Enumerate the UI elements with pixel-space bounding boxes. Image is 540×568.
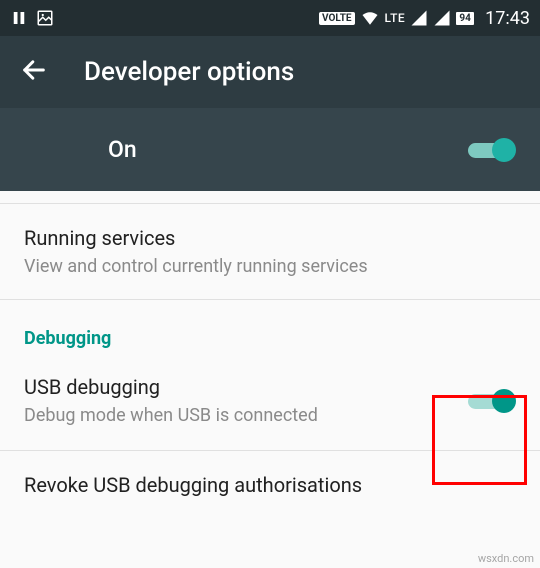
lte-label: LTE <box>385 11 406 25</box>
app-bar: Developer options <box>0 36 540 108</box>
volte-badge: VOLTE <box>319 12 355 25</box>
debugging-section-header: Debugging <box>0 300 540 363</box>
list-item[interactable]: Allow the bootloader to be unlocked <box>0 191 540 204</box>
item-subtitle: View and control currently running servi… <box>24 256 516 277</box>
master-toggle-label: On <box>108 136 137 163</box>
page-title: Developer options <box>84 57 294 87</box>
image-icon <box>36 9 54 27</box>
status-bar: VOLTE LTE 94 17:43 <box>0 0 540 36</box>
master-toggle-row[interactable]: On <box>0 108 540 191</box>
item-subtitle: Allow the bootloader to be unlocked <box>24 191 327 193</box>
usb-debugging-toggle[interactable] <box>468 387 516 415</box>
master-toggle-switch[interactable] <box>468 136 516 164</box>
watermark: wsxdn.com <box>478 552 534 565</box>
pause-icon <box>10 9 28 27</box>
item-subtitle: Debug mode when USB is connected <box>24 405 468 426</box>
item-title: Revoke USB debugging authorisations <box>24 473 516 497</box>
clock-time: 17:43 <box>485 8 530 29</box>
usb-debugging-item[interactable]: USB debugging Debug mode when USB is con… <box>0 363 540 451</box>
revoke-usb-item[interactable]: Revoke USB debugging authorisations <box>0 451 540 529</box>
item-title: USB debugging <box>24 375 468 399</box>
item-title: Running services <box>24 226 516 250</box>
wifi-icon <box>360 9 380 27</box>
settings-list[interactable]: Allow the bootloader to be unlocked Runn… <box>0 191 540 529</box>
back-icon[interactable] <box>20 56 48 88</box>
signal-icon <box>410 9 428 27</box>
running-services-item[interactable]: Running services View and control curren… <box>0 204 540 300</box>
battery-badge: 94 <box>456 12 474 25</box>
signal-icon-2 <box>433 9 451 27</box>
